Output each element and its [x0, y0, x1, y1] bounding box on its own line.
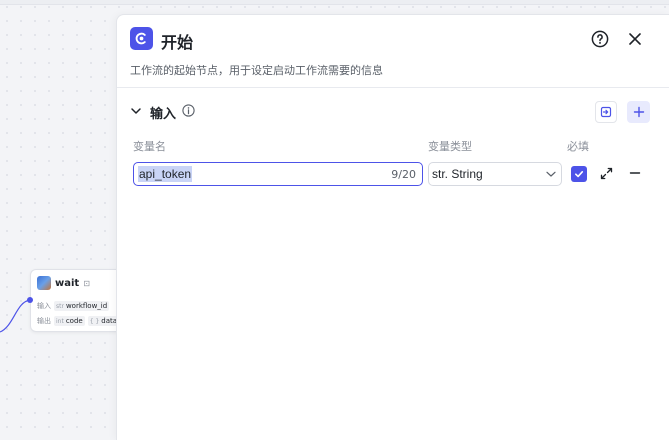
import-button[interactable] [595, 101, 617, 123]
variable-type-value: str. String [432, 167, 483, 181]
chevron-down-icon [546, 171, 556, 177]
panel-description: 工作流的起始节点，用于设定启动工作流需要的信息 [130, 64, 383, 77]
node-input-label: 输入 [37, 302, 51, 310]
node-output-tag: int code [54, 316, 85, 326]
canvas-top-strip [0, 0, 669, 5]
node-input-param: workflow_id [65, 302, 108, 310]
plus-icon [633, 106, 644, 118]
variable-name-input[interactable]: api_token 9/20 [133, 162, 423, 186]
node-output-param: code [65, 317, 83, 325]
node-title: wait [55, 277, 80, 289]
column-header-required: 必填 [567, 140, 589, 153]
node-input-row: 输入 str workflow_id [37, 301, 110, 311]
variable-name-value[interactable]: api_token [138, 166, 193, 182]
node-input-type: str [56, 302, 64, 310]
node-header: wait ⊡ [37, 276, 90, 290]
start-node-panel: 开始 工作流的起始节点，用于设定启动工作流需要的信息 输入 变量名 变量类型 必… [116, 14, 669, 440]
close-icon[interactable] [627, 31, 643, 47]
node-output-tag: { } data [87, 316, 120, 326]
node-avatar [37, 276, 51, 290]
add-variable-button[interactable] [627, 101, 650, 123]
start-node-icon [130, 27, 153, 50]
panel-title: 开始 [161, 33, 194, 52]
node-flag-icon: ⊡ [83, 278, 90, 288]
panel-divider [117, 87, 669, 88]
node-output-type: { } [89, 317, 100, 325]
column-header-type: 变量类型 [428, 140, 472, 153]
start-node-glyph [135, 32, 146, 45]
char-count: 9/20 [391, 167, 416, 181]
node-output-label: 输出 [37, 317, 51, 325]
required-checkbox[interactable] [571, 166, 587, 182]
variable-type-select[interactable]: str. String [428, 162, 562, 186]
import-icon [600, 106, 612, 118]
section-title-input: 输入 [150, 107, 177, 122]
check-icon [575, 171, 584, 178]
node-input-port[interactable] [27, 297, 33, 303]
minus-icon[interactable] [629, 167, 641, 179]
node-output-type: int [56, 317, 64, 325]
node-output-row: 输出 int code { } data [37, 316, 120, 326]
node-output-param: data [101, 317, 118, 325]
canvas-node-wait[interactable]: wait ⊡ 输入 str workflow_id 输出 int code { … [30, 269, 125, 332]
column-header-name: 变量名 [133, 140, 166, 153]
help-circle-icon[interactable] [591, 30, 609, 48]
info-icon[interactable] [182, 104, 195, 117]
chevron-down-icon[interactable] [130, 105, 142, 117]
expand-icon[interactable] [600, 167, 613, 180]
node-input-tag: str workflow_id [54, 301, 110, 311]
